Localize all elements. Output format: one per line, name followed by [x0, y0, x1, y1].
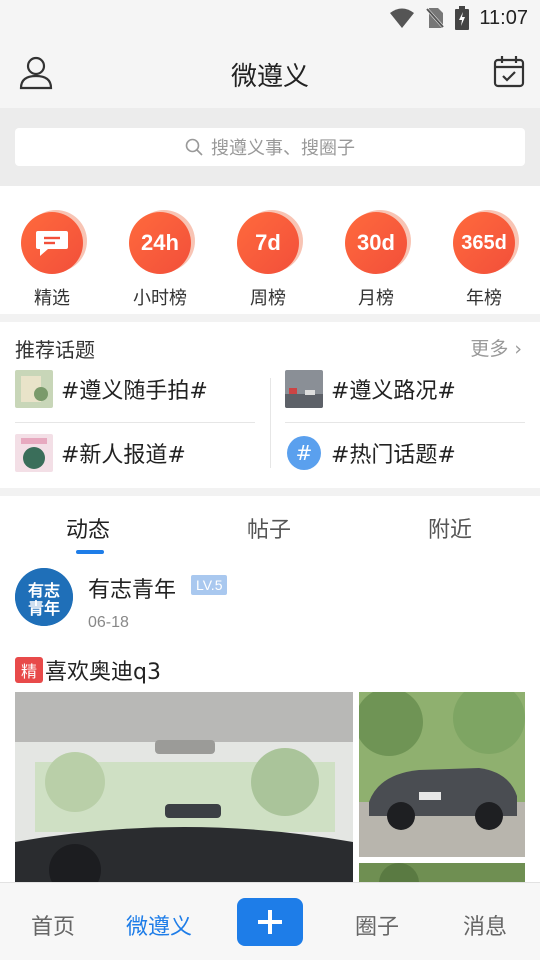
- tab-posts[interactable]: 帖子: [247, 512, 291, 544]
- topic-thumbnail: [15, 370, 53, 408]
- chevron-right-icon: ›: [514, 338, 522, 360]
- rank-weekly[interactable]: 7d 周榜: [228, 210, 308, 310]
- section-title: 推荐话题: [15, 338, 95, 362]
- post-title[interactable]: 精 喜欢奥迪q3: [15, 654, 161, 686]
- rank-shortcuts: 精选 24h 小时榜 7d 周榜 30d 月榜 365d 年榜: [0, 186, 540, 314]
- svg-text:#: #: [296, 441, 313, 465]
- nav-messages[interactable]: 消息: [463, 909, 507, 941]
- feed: 动态 帖子 附近 有志 青年 有志青年 LV.5 06-18 精 喜欢奥迪q3: [0, 496, 540, 882]
- app-header: 微遵义: [0, 36, 540, 108]
- rank-hourly[interactable]: 24h 小时榜: [120, 210, 200, 310]
- nav-home[interactable]: 首页: [31, 909, 75, 941]
- topic-item[interactable]: # #热门话题#: [285, 434, 456, 472]
- tab-dynamic[interactable]: 动态: [66, 512, 110, 544]
- rank-featured[interactable]: 精选: [12, 210, 92, 310]
- create-post-button[interactable]: [237, 898, 303, 946]
- topic-thumbnail: [285, 370, 323, 408]
- battery-charging-icon: [455, 6, 470, 30]
- status-time: 11:07: [479, 6, 528, 29]
- plus-icon: [258, 910, 282, 934]
- calendar-check-icon[interactable]: [492, 54, 526, 88]
- post-image[interactable]: [15, 692, 353, 882]
- divider: [270, 378, 271, 468]
- bottom-nav: 首页 微遵义 圈子 消息: [0, 882, 540, 960]
- post-date: 06-18: [88, 614, 129, 631]
- nav-weizunyi[interactable]: 微遵义: [126, 909, 192, 941]
- search-placeholder: 搜遵义事、搜圈子: [211, 138, 355, 159]
- page-title: 微遵义: [230, 62, 309, 92]
- topic-thumbnail: [15, 434, 53, 472]
- rank-yearly[interactable]: 365d 年榜: [444, 210, 524, 310]
- svg-text:青年: 青年: [28, 599, 60, 618]
- post-image[interactable]: [359, 863, 525, 882]
- tab-nearby[interactable]: 附近: [428, 512, 472, 544]
- status-bar: 11:07: [0, 0, 540, 36]
- svg-text:有志: 有志: [28, 581, 60, 600]
- topic-item[interactable]: #遵义随手拍#: [15, 370, 208, 408]
- more-link[interactable]: 更多 ›: [470, 334, 522, 361]
- featured-badge: 精: [15, 657, 43, 683]
- hash-icon: #: [287, 436, 321, 470]
- search-icon: [185, 138, 203, 156]
- topic-item[interactable]: #新人报道#: [15, 434, 186, 472]
- wifi-icon: [390, 8, 415, 28]
- divider: [285, 422, 525, 423]
- no-sim-icon: [425, 6, 446, 30]
- recommended-topics: 推荐话题 更多 › #遵义随手拍# #遵义路况# #新人报道# # #热门话题#: [0, 322, 540, 488]
- search-input[interactable]: 搜遵义事、搜圈子: [15, 128, 525, 166]
- post-image[interactable]: [359, 692, 525, 857]
- chat-bubble-icon: [36, 231, 68, 256]
- topic-item[interactable]: #遵义路况#: [285, 370, 456, 408]
- active-tab-indicator: [76, 550, 104, 554]
- avatar[interactable]: 有志 青年: [15, 568, 73, 626]
- nav-circles[interactable]: 圈子: [355, 909, 399, 941]
- level-badge: LV.5: [191, 575, 228, 595]
- divider: [15, 422, 255, 423]
- rank-monthly[interactable]: 30d 月榜: [336, 210, 416, 310]
- search-bar: 搜遵义事、搜圈子: [0, 108, 540, 186]
- author-name[interactable]: 有志青年: [88, 572, 176, 604]
